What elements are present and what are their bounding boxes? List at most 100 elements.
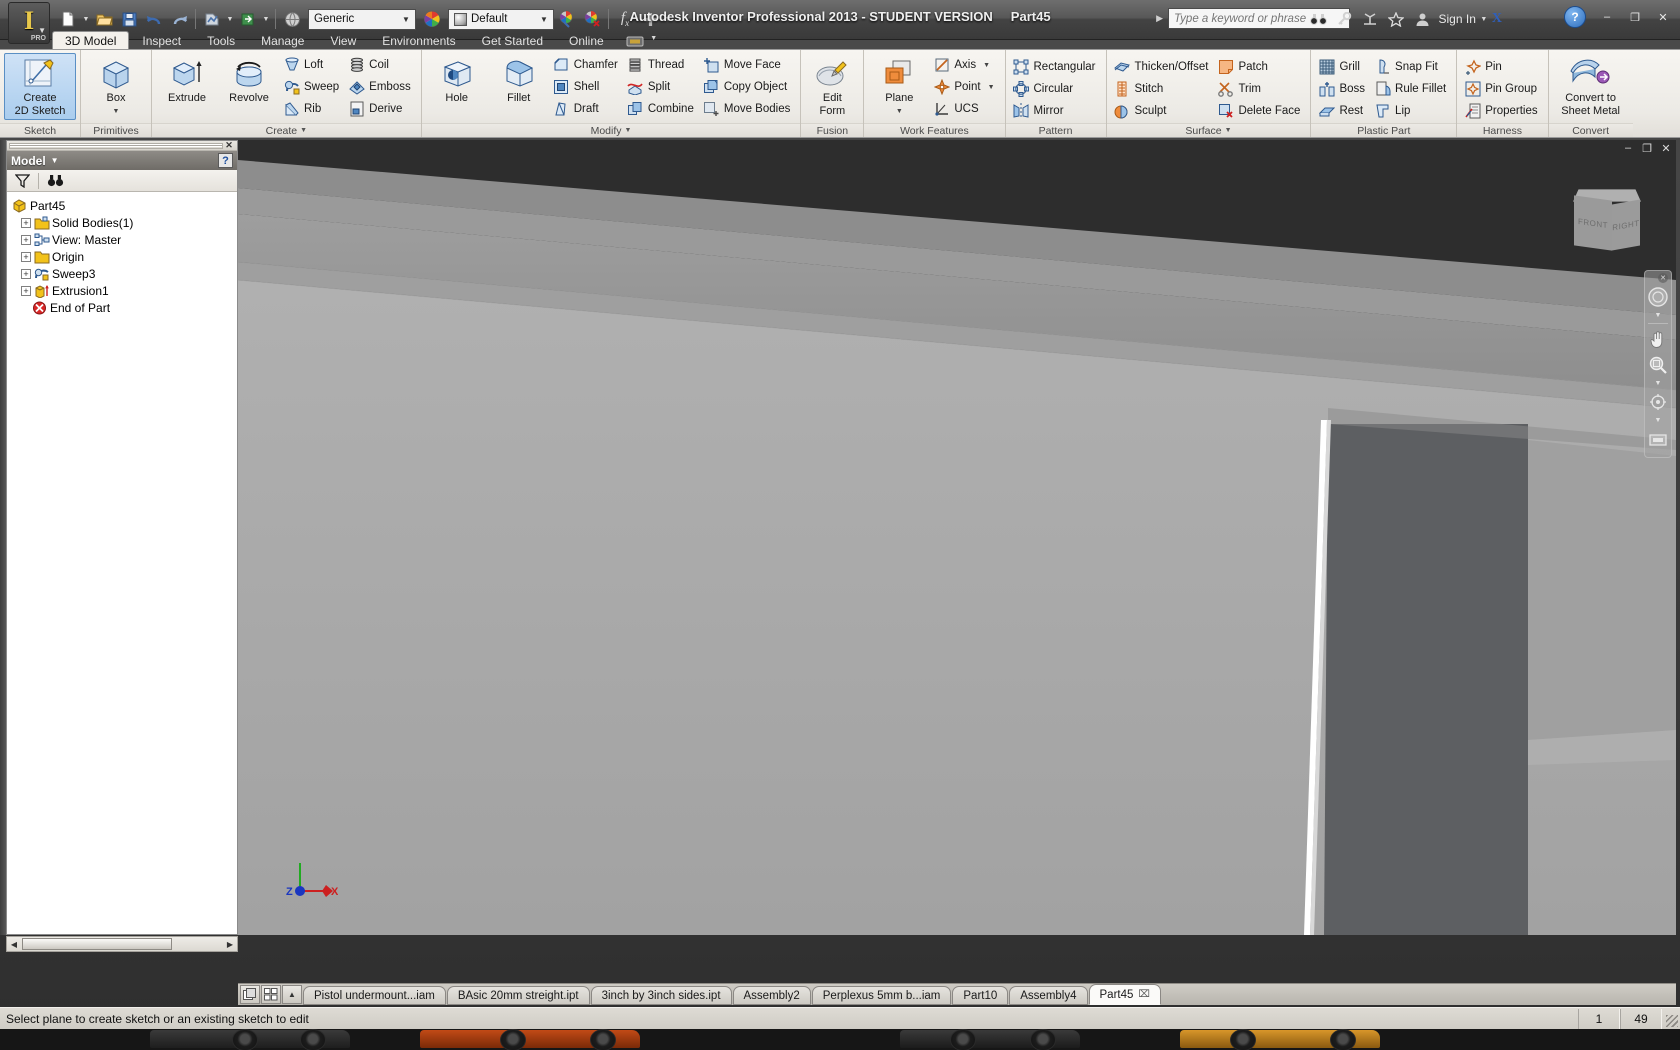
appearance-combo[interactable]: Default ▼ bbox=[448, 8, 554, 30]
create-2d-sketch-button[interactable]: Create 2D Sketch bbox=[4, 53, 76, 120]
viewport-maximize-button[interactable]: ❐ bbox=[1639, 142, 1655, 155]
browser-close-icon[interactable]: ✕ bbox=[223, 140, 235, 151]
user-account-icon[interactable] bbox=[1411, 8, 1434, 31]
undo-icon[interactable] bbox=[142, 7, 166, 31]
emboss-button[interactable]: Emboss bbox=[345, 76, 417, 98]
doc-tab-assembly2[interactable]: Assembly2 bbox=[732, 986, 811, 1005]
box-button[interactable]: Box ▼ bbox=[85, 53, 147, 120]
point-chevron-down-icon[interactable]: ▼ bbox=[988, 84, 995, 91]
navigation-bar-close-icon[interactable]: ✕ bbox=[1658, 273, 1668, 283]
pin-button[interactable]: Pin bbox=[1461, 56, 1543, 78]
draft-button[interactable]: Draft bbox=[550, 98, 624, 120]
tile-windows-button[interactable] bbox=[240, 985, 260, 1004]
return-icon[interactable] bbox=[236, 7, 260, 31]
view-cube[interactable]: FRONT RIGHT bbox=[1573, 186, 1641, 252]
binoculars-search-icon[interactable] bbox=[1307, 8, 1330, 31]
expand-icon[interactable]: + bbox=[21, 234, 31, 245]
scroll-left-icon[interactable]: ◀ bbox=[7, 940, 21, 949]
doc-tab-assembly4[interactable]: Assembly4 bbox=[1009, 986, 1088, 1005]
clear-appearance-icon[interactable] bbox=[580, 7, 604, 31]
redo-icon[interactable] bbox=[167, 7, 191, 31]
help-question-icon[interactable]: ? bbox=[1564, 6, 1586, 28]
tree-node-origin[interactable]: + Origin bbox=[11, 248, 235, 265]
parameters-fx-icon[interactable]: fx bbox=[613, 7, 637, 31]
tree-node-solid-bodies[interactable]: + Solid Bodies(1) bbox=[11, 214, 235, 231]
grid-windows-button[interactable] bbox=[261, 985, 281, 1004]
grill-button[interactable]: Grill bbox=[1315, 56, 1371, 78]
patch-button[interactable]: Patch bbox=[1214, 56, 1306, 78]
stitch-button[interactable]: Stitch bbox=[1111, 78, 1215, 100]
appearance-color-wheel-icon[interactable] bbox=[420, 7, 444, 31]
steering-wheel-chevron-down-icon[interactable]: ▼ bbox=[1645, 311, 1671, 320]
fillet-button[interactable]: Fillet bbox=[488, 53, 550, 108]
trim-button[interactable]: Trim bbox=[1214, 78, 1306, 100]
zoom-magnifier-icon[interactable] bbox=[1645, 353, 1671, 377]
ribbon-chevron-down-icon[interactable]: ▼ bbox=[649, 26, 659, 50]
maximize-button[interactable]: ❐ bbox=[1622, 8, 1648, 26]
circular-pattern-button[interactable]: Circular bbox=[1010, 78, 1102, 100]
point-button[interactable]: Point ▼ bbox=[930, 76, 1000, 98]
qat-chevron-down-icon[interactable]: ▼ bbox=[663, 7, 673, 31]
favorites-star-icon[interactable] bbox=[1385, 8, 1408, 31]
hole-button[interactable]: Hole bbox=[426, 53, 488, 108]
box-chevron-down-icon[interactable]: ▼ bbox=[113, 106, 120, 118]
lip-button[interactable]: Lip bbox=[1371, 100, 1452, 122]
coil-button[interactable]: Coil bbox=[345, 54, 417, 76]
material-combo[interactable]: Generic ▼ bbox=[308, 8, 416, 30]
snap-fit-button[interactable]: Snap Fit bbox=[1371, 56, 1452, 78]
sign-in-chevron-down-icon[interactable]: ▼ bbox=[1479, 7, 1489, 31]
autodesk-exchange-icon[interactable]: X bbox=[1492, 11, 1502, 27]
rib-button[interactable]: Rib bbox=[280, 98, 345, 120]
communication-center-icon[interactable] bbox=[1359, 8, 1382, 31]
browser-chevron-down-icon[interactable]: ▼ bbox=[51, 156, 59, 165]
expand-icon[interactable]: + bbox=[21, 217, 31, 228]
zoom-chevron-down-icon[interactable]: ▼ bbox=[1645, 379, 1671, 388]
move-face-button[interactable]: Move Face bbox=[700, 54, 796, 76]
help-key-icon[interactable] bbox=[1333, 8, 1356, 31]
derive-button[interactable]: Derive bbox=[345, 98, 417, 120]
viewport-close-button[interactable]: ✕ bbox=[1658, 142, 1674, 155]
tree-node-sweep3[interactable]: + Sweep3 bbox=[11, 265, 235, 282]
adjust-appearance-icon[interactable] bbox=[555, 7, 579, 31]
convert-to-sheet-metal-button[interactable]: Convert to Sheet Metal bbox=[1553, 53, 1629, 120]
tab-scroll-up-button[interactable]: ▲ bbox=[282, 985, 302, 1004]
expand-icon[interactable]: + bbox=[21, 285, 31, 296]
chevron-down-icon[interactable]: ▼ bbox=[300, 124, 307, 138]
minimize-button[interactable]: – bbox=[1594, 8, 1620, 26]
ribbon-tab-view[interactable]: View bbox=[317, 31, 369, 50]
scrollbar-thumb[interactable] bbox=[22, 938, 172, 950]
thicken-offset-button[interactable]: Thicken/Offset bbox=[1111, 56, 1215, 78]
chevron-down-icon[interactable]: ▼ bbox=[625, 124, 632, 138]
orbit-icon[interactable] bbox=[1645, 390, 1671, 414]
ucs-button[interactable]: UCS bbox=[930, 98, 1000, 120]
sign-in-button[interactable]: Sign In bbox=[1439, 12, 1476, 26]
ribbon-tab-environments[interactable]: Environments bbox=[369, 31, 468, 50]
ribbon-tab-manage[interactable]: Manage bbox=[248, 31, 317, 50]
rest-button[interactable]: Rest bbox=[1315, 100, 1371, 122]
axis-chevron-down-icon[interactable]: ▼ bbox=[983, 62, 990, 69]
doc-tab-pistol-undermount[interactable]: Pistol undermount...iam bbox=[303, 986, 446, 1005]
pan-hand-icon[interactable] bbox=[1645, 327, 1671, 351]
boss-button[interactable]: Boss bbox=[1315, 78, 1371, 100]
update-chevron-down-icon[interactable]: ▼ bbox=[225, 7, 235, 31]
graphics-viewport[interactable]: – ❐ ✕ FRONT RIGHT ✕ ▼ ▼ ▼ Z X bbox=[238, 140, 1676, 935]
look-at-icon[interactable] bbox=[1645, 427, 1671, 451]
doc-tab-perplexus-5mm[interactable]: Perplexus 5mm b...iam bbox=[811, 986, 952, 1005]
chamfer-button[interactable]: Chamfer bbox=[550, 54, 624, 76]
move-bodies-button[interactable]: Move Bodies bbox=[700, 98, 796, 120]
ribbon-tab-online[interactable]: Online bbox=[556, 31, 617, 50]
update-icon[interactable] bbox=[200, 7, 224, 31]
ribbon-tab-get-started[interactable]: Get Started bbox=[469, 31, 556, 50]
doc-tab-close-icon[interactable]: ⌧ bbox=[1138, 989, 1150, 1000]
new-file-chevron-down-icon[interactable]: ▼ bbox=[81, 7, 91, 31]
ribbon-vault-icon[interactable] bbox=[623, 33, 649, 50]
plane-button[interactable]: Plane ▼ bbox=[868, 53, 930, 120]
doc-tab-basic-20mm-streight[interactable]: BAsic 20mm streight.ipt bbox=[446, 986, 590, 1005]
scroll-right-icon[interactable]: ▶ bbox=[223, 940, 237, 949]
ribbon-tab-3d-model[interactable]: 3D Model bbox=[52, 31, 130, 50]
tree-node-extrusion1[interactable]: + Extrusion1 bbox=[11, 282, 235, 299]
search-expand-icon[interactable]: ▶ bbox=[1156, 13, 1163, 24]
doc-tab-part45[interactable]: Part45 ⌧ bbox=[1088, 984, 1161, 1005]
rectangular-pattern-button[interactable]: Rectangular bbox=[1010, 56, 1102, 78]
combine-button[interactable]: Combine bbox=[624, 98, 700, 120]
